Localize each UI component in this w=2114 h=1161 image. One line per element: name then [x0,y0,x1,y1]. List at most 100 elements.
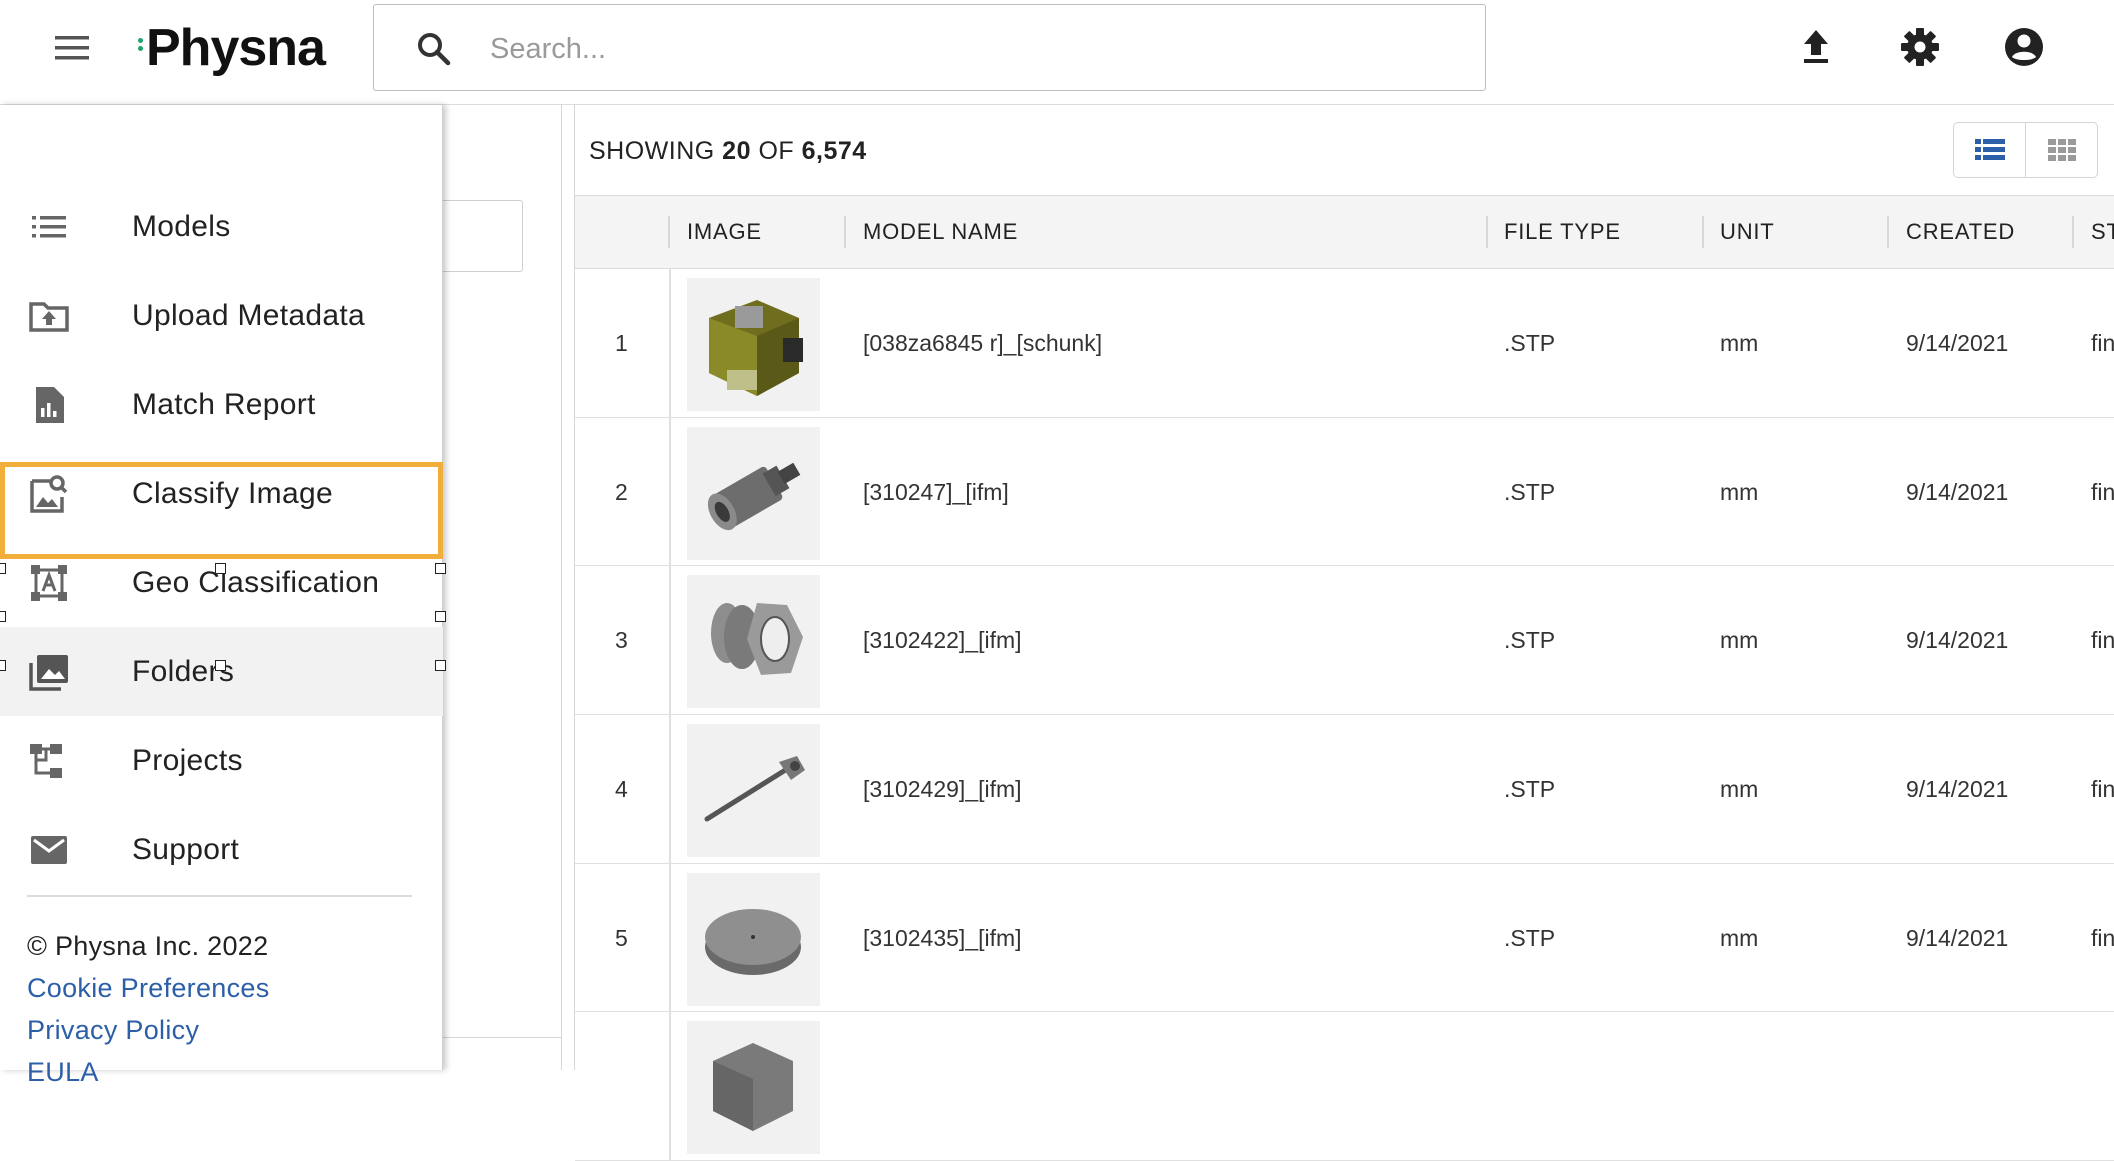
report-icon [36,387,64,423]
nav-item-label: Support [132,833,240,866]
nav-item-classify-image[interactable]: Classify Image [0,449,443,538]
resize-handle[interactable] [0,611,6,622]
gripper-model-image [709,300,803,396]
drawer-divider [27,895,412,897]
status: fin [2091,330,2114,356]
nav-item-projects[interactable]: Projects [0,716,443,805]
disc-model-image [705,908,801,975]
model-thumbnail[interactable] [687,575,820,709]
nav-item-label: Classify Image [132,477,333,510]
model-name[interactable]: [3102429]_[ifm] [863,715,1022,863]
column-header-status[interactable]: ST [2091,196,2114,268]
model-thumbnail[interactable] [687,872,820,1006]
row-number: 2 [615,478,628,505]
table-header: IMAGE MODEL NAME FILE TYPE UNIT CREATED … [575,195,2114,269]
grid-view-button[interactable] [2025,123,2097,177]
tree-icon [30,744,62,778]
list-view-icon [1974,139,2005,160]
nav-item-upload-metadata[interactable]: Upload Metadata [0,271,443,360]
results-panel: SHOWING 20 OF 6,574 IMAGE MODEL NAME FIL… [574,105,2114,1161]
file-type: .STP [1504,627,1556,654]
column-separator [1887,216,1889,248]
model-thumbnail[interactable] [687,426,820,560]
eula-link[interactable]: EULA [27,1057,99,1088]
column-header-image[interactable]: IMAGE [687,196,762,268]
resize-handle[interactable] [435,611,446,622]
table-row[interactable] [575,1012,2114,1161]
block-model-image [713,1043,793,1132]
nav-item-support[interactable]: Support [0,805,443,894]
privacy-policy-link[interactable]: Privacy Policy [27,1015,199,1046]
model-thumbnail[interactable] [687,724,820,858]
search-input[interactable] [488,25,1442,73]
nav-item-label: Upload Metadata [132,299,365,332]
menu-icon [55,36,89,60]
column-header-model-name[interactable]: MODEL NAME [863,196,1018,268]
status: fin [2091,478,2114,505]
list-icon [32,216,66,238]
created-date: 9/14/2021 [1906,776,2009,803]
logo-text: Physna [146,19,326,77]
row-number: 3 [615,627,628,654]
model-name[interactable]: [038za6845 r]_[schunk] [863,269,1102,417]
file-type: .STP [1504,776,1556,803]
column-header-file-type[interactable]: FILE TYPE [1504,196,1621,268]
table-row[interactable]: 3 [3102422]_[ifm] .STP mm 9/14/2021 fin [575,566,2114,716]
file-type: .STP [1504,330,1556,356]
navigation-drawer: Models Upload Metadata Match Report Clas… [0,105,443,1087]
settings-gear-icon[interactable] [1897,24,1943,70]
file-type: .STP [1504,924,1556,951]
model-thumbnail[interactable] [687,278,820,411]
account-circle-icon[interactable] [2001,24,2047,70]
search-bar[interactable] [373,4,1486,91]
nav-item-models[interactable]: Models [0,182,443,271]
photo-library-icon [29,655,68,691]
sensor-model-image [707,462,801,530]
unit: mm [1720,627,1759,654]
nav-item-folders[interactable]: Folders [0,627,443,716]
physna-logo[interactable]: Physna [136,18,326,78]
column-header-unit[interactable]: UNIT [1720,196,1775,268]
unit: mm [1720,478,1759,505]
nav-item-label: Match Report [132,388,316,421]
list-view-button[interactable] [1954,123,2025,177]
table-row[interactable]: 4 [3102429]_[ifm] .STP mm 9/14/2021 fin [575,715,2114,864]
resize-handle[interactable] [215,563,226,574]
folder-upload-icon [29,302,69,332]
model-name[interactable]: [3102422]_[ifm] [863,566,1022,714]
nav-item-geo-classification[interactable]: Geo Classification [0,538,443,627]
nav-item-label: Projects [132,744,243,777]
search-icon [418,33,451,66]
unit: mm [1720,330,1759,356]
column-separator [844,216,846,248]
copyright-text: © Physna Inc. 2022 [27,931,269,961]
model-thumbnail[interactable] [687,1021,820,1155]
resize-handle[interactable] [0,563,6,574]
resize-handle[interactable] [435,660,446,671]
table-row[interactable]: 1 [038za6845 r]_[schunk] .STP mm 9/14/20… [575,269,2114,418]
table-row[interactable]: 5 [3102435]_[ifm] .STP mm 9/14/2021 fin [575,863,2114,1013]
resize-handle[interactable] [0,660,6,671]
mail-icon [31,836,67,864]
model-name[interactable]: [3102435]_[ifm] [863,864,1022,1012]
column-header-created[interactable]: CREATED [1906,196,2015,268]
created-date: 9/14/2021 [1906,627,2009,654]
model-name[interactable]: [310247]_[ifm] [863,418,1009,566]
resize-handle[interactable] [215,660,226,671]
cookie-preferences-link[interactable]: Cookie Preferences [27,973,270,1004]
row-number: 4 [615,776,628,803]
hamburger-menu-button[interactable] [50,30,94,66]
status: fin [2091,627,2114,654]
table-row[interactable]: 2 [310247]_[ifm] .STP mm 9/14/2021 fin [575,417,2114,567]
text-frame-icon [31,565,67,601]
status: fin [2091,776,2114,803]
nut-fitting-model-image [711,603,803,676]
nav-item-match-report[interactable]: Match Report [0,360,443,449]
created-date: 9/14/2021 [1906,924,2009,951]
results-count: SHOWING 20 OF 6,574 [589,137,867,165]
nav-item-label: Geo Classification [132,566,380,599]
upload-icon[interactable] [1793,24,1839,70]
column-separator [1486,216,1488,248]
unit: mm [1720,776,1759,803]
resize-handle[interactable] [435,563,446,574]
